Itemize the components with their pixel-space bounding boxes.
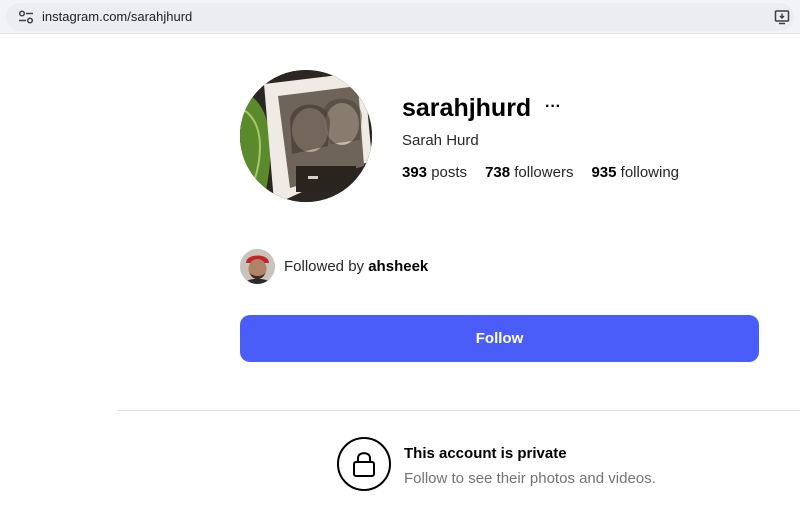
private-account-subtitle: Follow to see their photos and videos. xyxy=(404,470,656,487)
followed-by-text: Followed by ahsheek xyxy=(284,257,429,275)
tune-icon[interactable] xyxy=(18,10,34,24)
more-options-icon[interactable]: ··· xyxy=(545,98,563,116)
lock-icon xyxy=(353,452,375,477)
profile-stats: 393 posts 738 followers 935 following xyxy=(402,164,697,181)
follow-button[interactable]: Follow xyxy=(240,315,759,362)
followed-by-row[interactable]: Followed by ahsheek xyxy=(240,248,428,284)
followed-by-username[interactable]: ahsheek xyxy=(368,258,428,275)
lock-icon-circle xyxy=(337,437,391,491)
stat-posts[interactable]: 393 posts xyxy=(402,164,467,181)
section-divider xyxy=(117,410,800,411)
browser-address-bar: instagram.com/sarahjhurd xyxy=(0,0,800,34)
profile-full-name: Sarah Hurd xyxy=(402,132,479,149)
install-app-icon[interactable] xyxy=(774,9,790,25)
stat-following[interactable]: 935 following xyxy=(591,164,679,181)
profile-avatar[interactable] xyxy=(240,70,372,202)
follower-avatar[interactable] xyxy=(240,248,275,284)
profile-username: sarahjhurd xyxy=(402,94,532,122)
url-text[interactable]: instagram.com/sarahjhurd xyxy=(42,9,192,24)
stat-followers[interactable]: 738 followers xyxy=(485,164,573,181)
follower-photo xyxy=(240,248,275,284)
profile-photo xyxy=(240,70,372,202)
private-account-title: This account is private xyxy=(404,445,567,462)
